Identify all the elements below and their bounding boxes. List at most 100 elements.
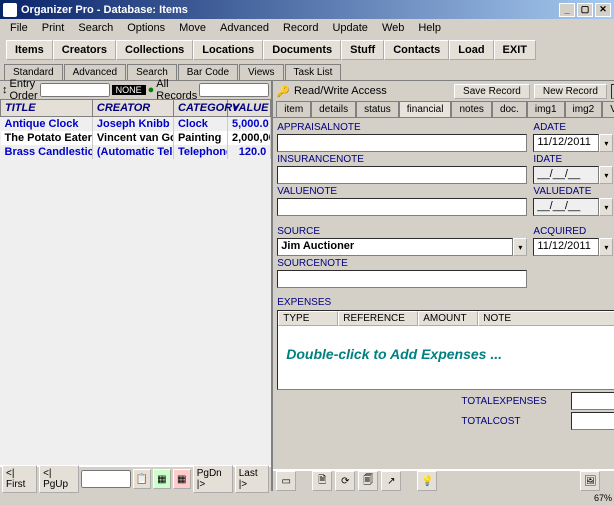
btn-exit[interactable]: EXIT [494, 40, 536, 60]
tab-views[interactable]: Views [239, 64, 284, 80]
adate-input[interactable]: 11/12/2011 [533, 134, 599, 152]
btn-stuff[interactable]: Stuff [341, 40, 384, 60]
new-record-button[interactable]: New Record [534, 84, 607, 99]
check-icon[interactable]: ● [148, 84, 155, 96]
idate-label: IDATE [533, 154, 613, 165]
financial-form: APPRAISALNOTE ADATE11/12/2011▾ AVALUE2,0… [273, 118, 614, 469]
menu-options[interactable]: Options [121, 21, 171, 35]
menu-web[interactable]: Web [376, 21, 410, 35]
nav-pos-input[interactable] [81, 470, 131, 488]
acquired-input[interactable]: 11/12/2011 [533, 238, 599, 256]
menu-print[interactable]: Print [36, 21, 71, 35]
expenses-grid[interactable]: TYPE REFERENCE AMOUNT NOTE Double-click … [277, 310, 614, 390]
tool-img-icon[interactable]: 🖼 [580, 471, 600, 491]
totalcost-value: 1,900,000.00 [571, 412, 614, 430]
save-record-button[interactable]: Save Record [454, 84, 530, 99]
record-grid[interactable]: TITLE CREATOR CATEGORY VALUE Antique Clo… [0, 99, 271, 465]
tool-nav-icon[interactable]: ▭ [276, 471, 296, 491]
col-title[interactable]: TITLE [1, 100, 93, 117]
totalexpenses-label: TOTALEXPENSES [461, 396, 571, 407]
list-tabs: Standard Advanced Search Bar Code Views … [0, 63, 614, 81]
close-button[interactable]: ✕ [595, 3, 611, 17]
filter-input-2[interactable] [199, 83, 269, 97]
expenses-hint: Double-click to Add Expenses ... [278, 326, 614, 382]
appraisalnote-label: APPRAISALNOTE [277, 122, 527, 133]
table-row[interactable]: The Potato EatersVincent van GoghPaintin… [1, 131, 271, 145]
dtab-notes[interactable]: notes [451, 101, 491, 117]
totalexpenses-value: 0.00 [571, 392, 614, 410]
dtab-img2[interactable]: img2 [565, 101, 603, 117]
totalcost-label: TOTALCOST [461, 416, 571, 427]
left-toolbar: ↕ Entry Order NONE ● All Records [0, 81, 271, 99]
app-icon [3, 3, 17, 17]
dtab-status[interactable]: status [356, 101, 399, 117]
insurancenote-input[interactable] [277, 166, 527, 184]
source-label: SOURCE [277, 226, 527, 237]
right-toolbar: ▭ 🗎 ⟳ 🗐 ↗ 💡 🖼 ◀ ● ▶ [273, 469, 614, 491]
tab-advanced[interactable]: Advanced [64, 64, 126, 80]
valuenote-input[interactable] [277, 198, 527, 216]
nav-first[interactable]: <| First [2, 465, 37, 493]
exp-col-type[interactable]: TYPE [278, 311, 338, 326]
btn-collections[interactable]: Collections [116, 40, 193, 60]
dtab-details[interactable]: details [311, 101, 356, 117]
dtab-view[interactable]: View [602, 101, 614, 117]
col-value[interactable]: VALUE [228, 100, 271, 117]
tool-doc-icon[interactable]: 🗎 [312, 471, 332, 491]
appraisalnote-input[interactable] [277, 134, 527, 152]
minimize-button[interactable]: _ [559, 3, 575, 17]
sort-arrow-icon[interactable]: ↕ [2, 84, 8, 96]
valuenote-label: VALUENOTE [277, 186, 527, 197]
menu-advanced[interactable]: Advanced [214, 21, 275, 35]
tool-icon-1[interactable]: 📋 [133, 469, 151, 489]
col-category[interactable]: CATEGORY [173, 100, 227, 117]
sourcenote-label: SOURCENOTE [277, 258, 527, 269]
btn-items[interactable]: Items [6, 40, 53, 60]
sourcenote-input[interactable] [277, 270, 527, 288]
menu-file[interactable]: File [4, 21, 34, 35]
menu-help[interactable]: Help [412, 21, 447, 35]
tab-tasklist[interactable]: Task List [285, 64, 342, 80]
tool-export-icon[interactable]: ↗ [381, 471, 401, 491]
tool-icon-2[interactable]: ▦ [153, 469, 171, 489]
dtab-item[interactable]: item [276, 101, 311, 117]
exp-col-amount[interactable]: AMOUNT [418, 311, 478, 326]
menu-record[interactable]: Record [277, 21, 324, 35]
btn-contacts[interactable]: Contacts [384, 40, 449, 60]
valuedate-picker[interactable]: ▾ [599, 198, 613, 216]
acquired-picker[interactable]: ▾ [599, 238, 613, 256]
nav-pgdn[interactable]: PgDn |> [193, 465, 233, 493]
valuedate-input[interactable]: __/__/__ [533, 198, 599, 216]
btn-locations[interactable]: Locations [193, 40, 263, 60]
menu-update[interactable]: Update [326, 21, 373, 35]
tool-copy-icon[interactable]: 🗐 [358, 471, 378, 491]
btn-creators[interactable]: Creators [53, 40, 116, 60]
menu-move[interactable]: Move [173, 21, 212, 35]
dtab-img1[interactable]: img1 [527, 101, 565, 117]
source-input[interactable]: Jim Auctioner [277, 238, 513, 256]
tool-bulb-icon[interactable]: 💡 [417, 471, 437, 491]
idate-picker[interactable]: ▾ [599, 166, 613, 184]
menu-search[interactable]: Search [72, 21, 119, 35]
table-row[interactable]: Antique ClockJoseph KnibbClock5,000.0 [1, 117, 271, 132]
col-creator[interactable]: CREATOR [92, 100, 173, 117]
title-bar: Organizer Pro - Database: Items _ ▢ ✕ [0, 0, 614, 19]
filter-input-1[interactable] [40, 83, 110, 97]
source-dd[interactable]: ▾ [513, 238, 527, 256]
tool-icon-3[interactable]: ▦ [173, 469, 191, 489]
window-title: Organizer Pro - Database: Items [21, 4, 188, 16]
dtab-doc[interactable]: doc. [492, 101, 527, 117]
exp-col-note[interactable]: NOTE [478, 311, 614, 326]
tool-refresh-icon[interactable]: ⟳ [335, 471, 355, 491]
adate-picker[interactable]: ▾ [599, 134, 613, 152]
expenses-label: EXPENSES [277, 297, 331, 308]
btn-documents[interactable]: Documents [263, 40, 341, 60]
idate-input[interactable]: __/__/__ [533, 166, 599, 184]
btn-load[interactable]: Load [449, 40, 493, 60]
nav-pgup[interactable]: <| PgUp [39, 465, 79, 493]
table-row[interactable]: Brass Candlestick(Automatic TelephTeleph… [1, 145, 271, 159]
dtab-financial[interactable]: financial [399, 101, 452, 117]
maximize-button[interactable]: ▢ [577, 3, 593, 17]
exp-col-ref[interactable]: REFERENCE [338, 311, 418, 326]
nav-last[interactable]: Last |> [235, 465, 270, 493]
